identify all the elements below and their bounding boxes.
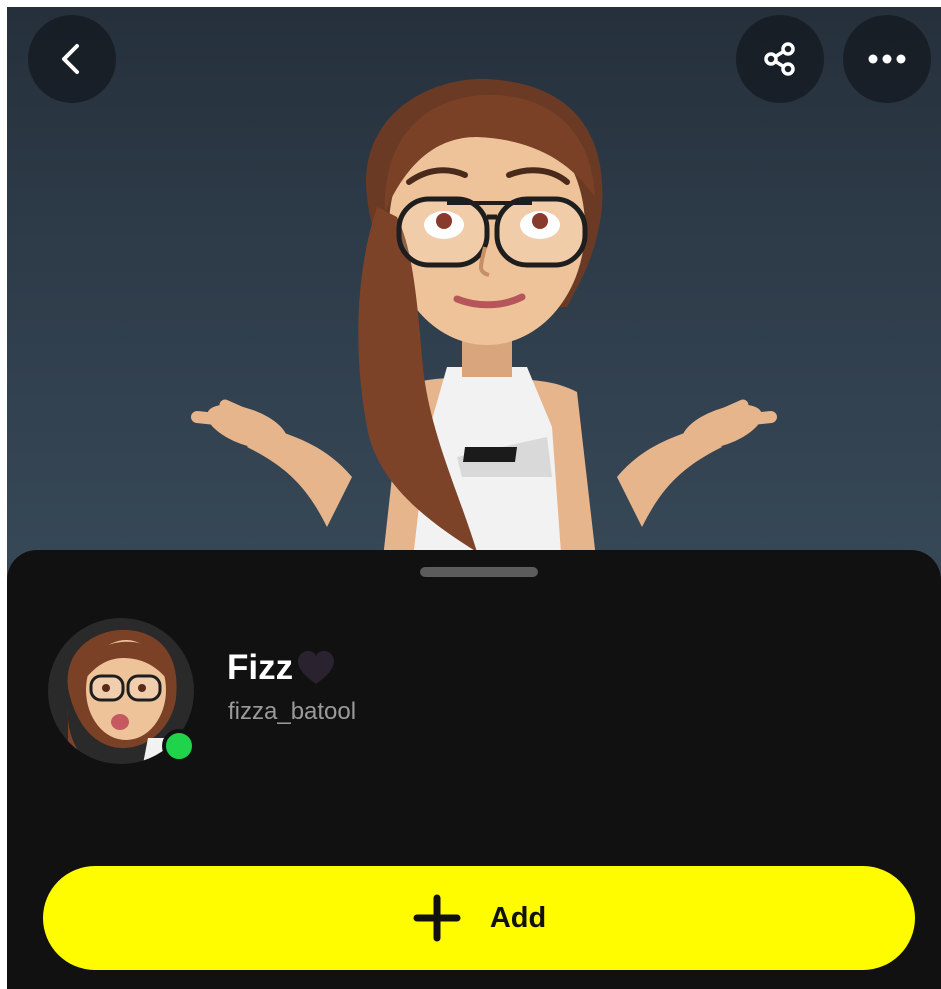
chevron-left-icon: [62, 44, 79, 74]
display-name-text: Fizz: [227, 648, 294, 687]
username: fizza_batool: [228, 698, 357, 725]
profile-screen: Fizz fizza_batool Add: [7, 7, 941, 989]
back-button[interactable]: [28, 15, 116, 103]
black-heart-icon: [298, 651, 335, 684]
plus-icon: [413, 894, 461, 942]
share-button[interactable]: [736, 15, 824, 103]
more-horizontal-icon: [868, 54, 906, 64]
sheet-drag-handle[interactable]: [420, 567, 538, 577]
add-friend-button[interactable]: Add: [43, 866, 915, 970]
more-options-button[interactable]: [843, 15, 931, 103]
display-name: Fizz: [227, 648, 337, 688]
profile-sheet: Fizz fizza_batool Add: [7, 550, 941, 989]
add-button-label: Add: [489, 901, 547, 934]
online-status-indicator: [162, 729, 196, 763]
share-icon: [764, 42, 795, 76]
